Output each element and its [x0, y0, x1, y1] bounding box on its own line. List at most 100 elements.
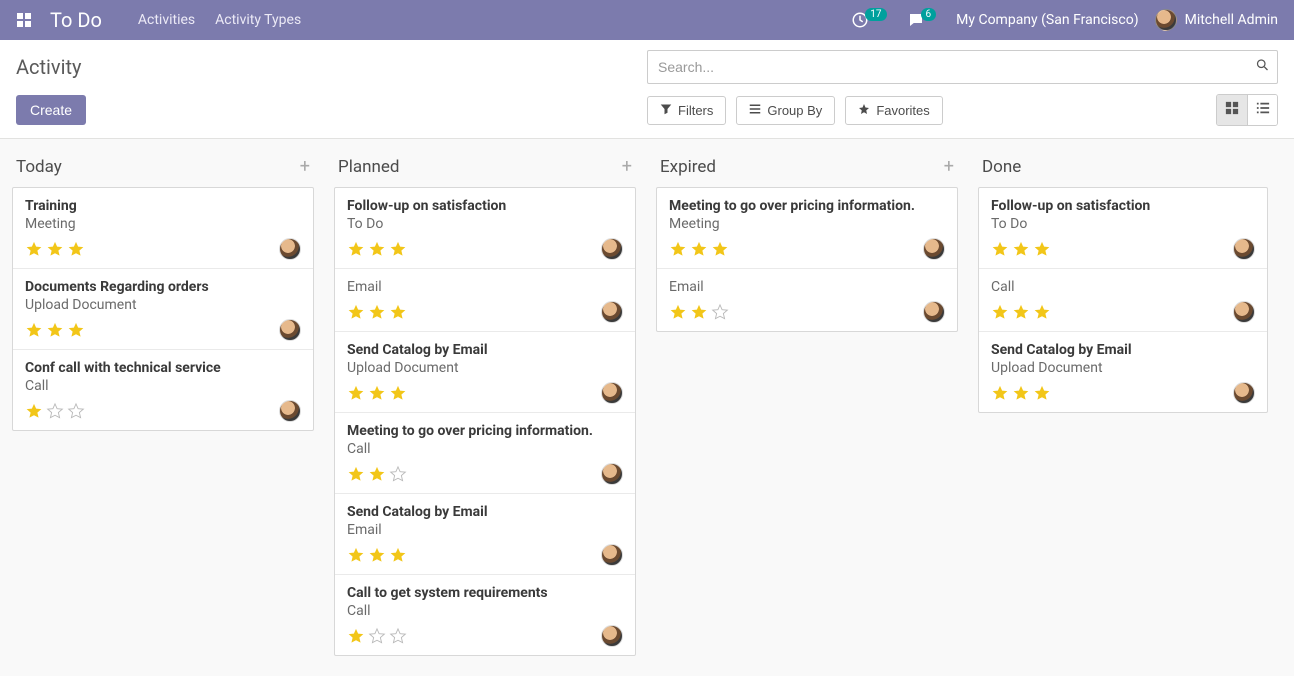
- star-icon[interactable]: [991, 303, 1009, 321]
- kanban-card[interactable]: Send Catalog by EmailEmail: [335, 493, 635, 574]
- kanban-card[interactable]: Email: [335, 268, 635, 331]
- assignee-avatar[interactable]: [601, 544, 623, 566]
- add-card-button[interactable]: +: [944, 158, 954, 176]
- star-icon[interactable]: [67, 240, 85, 258]
- star-icon[interactable]: [347, 627, 365, 645]
- add-card-button[interactable]: +: [622, 158, 632, 176]
- star-icon[interactable]: [389, 384, 407, 402]
- priority-stars[interactable]: [25, 402, 85, 420]
- assignee-avatar[interactable]: [923, 301, 945, 323]
- nav-activity-types[interactable]: Activity Types: [215, 12, 301, 28]
- search-input[interactable]: [647, 50, 1278, 84]
- priority-stars[interactable]: [669, 240, 729, 258]
- star-icon[interactable]: [368, 384, 386, 402]
- activities-notif[interactable]: 17: [851, 11, 890, 29]
- star-icon[interactable]: [669, 303, 687, 321]
- kanban-card[interactable]: Meeting to go over pricing information.C…: [335, 412, 635, 493]
- star-icon[interactable]: [389, 465, 407, 483]
- favorites-button[interactable]: Favorites: [845, 96, 942, 125]
- assignee-avatar[interactable]: [1233, 301, 1255, 323]
- star-icon[interactable]: [67, 402, 85, 420]
- priority-stars[interactable]: [347, 546, 407, 564]
- kanban-card[interactable]: Meeting to go over pricing information.M…: [657, 188, 957, 268]
- star-icon[interactable]: [389, 627, 407, 645]
- star-icon[interactable]: [67, 321, 85, 339]
- assignee-avatar[interactable]: [601, 463, 623, 485]
- assignee-avatar[interactable]: [279, 238, 301, 260]
- star-icon[interactable]: [368, 465, 386, 483]
- priority-stars[interactable]: [347, 627, 407, 645]
- assignee-avatar[interactable]: [601, 238, 623, 260]
- kanban-card[interactable]: Conf call with technical serviceCall: [13, 349, 313, 430]
- app-brand[interactable]: To Do: [50, 8, 102, 32]
- assignee-avatar[interactable]: [601, 382, 623, 404]
- star-icon[interactable]: [690, 240, 708, 258]
- priority-stars[interactable]: [347, 240, 407, 258]
- kanban-card[interactable]: Email: [657, 268, 957, 331]
- star-icon[interactable]: [690, 303, 708, 321]
- assignee-avatar[interactable]: [1233, 238, 1255, 260]
- star-icon[interactable]: [347, 546, 365, 564]
- kanban-card[interactable]: Call: [979, 268, 1267, 331]
- assignee-avatar[interactable]: [279, 400, 301, 422]
- kanban-card[interactable]: Send Catalog by EmailUpload Document: [979, 331, 1267, 412]
- star-icon[interactable]: [25, 240, 43, 258]
- add-card-button[interactable]: +: [300, 158, 310, 176]
- star-icon[interactable]: [347, 384, 365, 402]
- kanban-card[interactable]: Call to get system requirementsCall: [335, 574, 635, 655]
- priority-stars[interactable]: [25, 240, 85, 258]
- star-icon[interactable]: [1033, 303, 1051, 321]
- nav-activities[interactable]: Activities: [138, 12, 195, 28]
- star-icon[interactable]: [711, 240, 729, 258]
- assignee-avatar[interactable]: [1233, 382, 1255, 404]
- view-list-button[interactable]: [1247, 95, 1277, 125]
- priority-stars[interactable]: [347, 384, 407, 402]
- star-icon[interactable]: [368, 546, 386, 564]
- star-icon[interactable]: [389, 546, 407, 564]
- search-icon[interactable]: [1255, 58, 1270, 77]
- star-icon[interactable]: [991, 384, 1009, 402]
- star-icon[interactable]: [368, 240, 386, 258]
- star-icon[interactable]: [669, 240, 687, 258]
- kanban-card[interactable]: Documents Regarding ordersUpload Documen…: [13, 268, 313, 349]
- groupby-button[interactable]: Group By: [736, 96, 835, 125]
- priority-stars[interactable]: [25, 321, 85, 339]
- kanban-card[interactable]: Send Catalog by EmailUpload Document: [335, 331, 635, 412]
- star-icon[interactable]: [1012, 240, 1030, 258]
- star-icon[interactable]: [25, 402, 43, 420]
- priority-stars[interactable]: [991, 240, 1051, 258]
- star-icon[interactable]: [347, 303, 365, 321]
- filters-button[interactable]: Filters: [647, 96, 726, 125]
- company-switcher[interactable]: My Company (San Francisco): [956, 12, 1138, 28]
- star-icon[interactable]: [347, 465, 365, 483]
- priority-stars[interactable]: [991, 384, 1051, 402]
- assignee-avatar[interactable]: [923, 238, 945, 260]
- assignee-avatar[interactable]: [279, 319, 301, 341]
- assignee-avatar[interactable]: [601, 301, 623, 323]
- assignee-avatar[interactable]: [601, 625, 623, 647]
- star-icon[interactable]: [368, 627, 386, 645]
- star-icon[interactable]: [711, 303, 729, 321]
- star-icon[interactable]: [347, 240, 365, 258]
- priority-stars[interactable]: [347, 303, 407, 321]
- kanban-card[interactable]: Follow-up on satisfactionTo Do: [335, 188, 635, 268]
- star-icon[interactable]: [389, 303, 407, 321]
- priority-stars[interactable]: [347, 465, 407, 483]
- user-menu[interactable]: Mitchell Admin: [1155, 9, 1278, 31]
- star-icon[interactable]: [46, 321, 64, 339]
- kanban-card[interactable]: TrainingMeeting: [13, 188, 313, 268]
- create-button[interactable]: Create: [16, 95, 86, 125]
- kanban-card[interactable]: Follow-up on satisfactionTo Do: [979, 188, 1267, 268]
- star-icon[interactable]: [991, 240, 1009, 258]
- star-icon[interactable]: [1033, 384, 1051, 402]
- priority-stars[interactable]: [669, 303, 729, 321]
- messages-notif[interactable]: 6: [907, 11, 941, 29]
- star-icon[interactable]: [389, 240, 407, 258]
- star-icon[interactable]: [46, 402, 64, 420]
- apps-icon[interactable]: [16, 12, 32, 28]
- view-kanban-button[interactable]: [1217, 95, 1247, 125]
- star-icon[interactable]: [368, 303, 386, 321]
- star-icon[interactable]: [1012, 303, 1030, 321]
- star-icon[interactable]: [46, 240, 64, 258]
- priority-stars[interactable]: [991, 303, 1051, 321]
